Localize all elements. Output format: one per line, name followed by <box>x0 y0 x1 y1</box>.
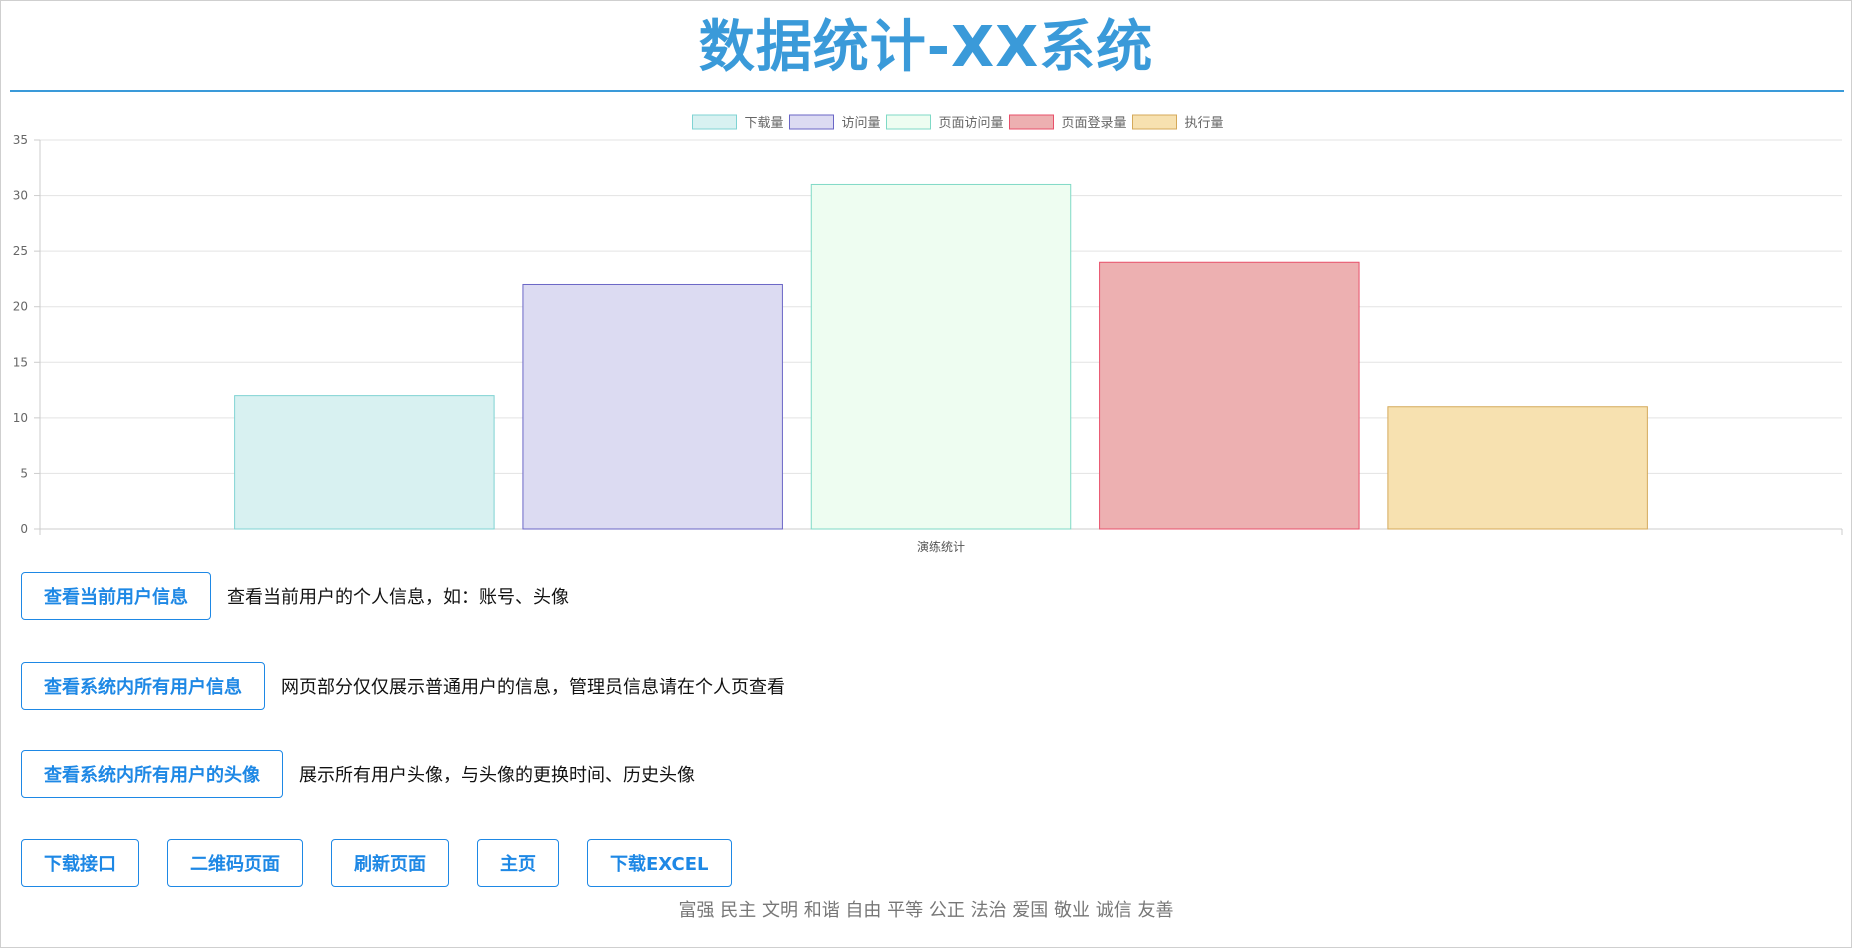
bar-chart: 0 5 10 15 20 25 30 35 演练统计 下载量 访问量 页面访问量 页面登录量 执行量 <box>13 114 1843 554</box>
legend-label-2: 访问量 <box>842 116 881 131</box>
page-title: 数据统计-XX系统 <box>698 15 1154 80</box>
view-current-user-button[interactable]: 查看当前用户信息 <box>21 572 211 620</box>
legend-swatch-1 <box>692 114 737 130</box>
y-tick-label: 20 <box>13 300 28 314</box>
bar-1 <box>234 395 495 530</box>
legend-swatch-4 <box>1009 114 1054 130</box>
y-tick-label: 25 <box>13 244 28 258</box>
action-row-current-user: 查看当前用户信息 查看当前用户的个人信息，如：账号、头像 <box>21 572 569 620</box>
bar-3 <box>810 183 1072 530</box>
y-tick-label: 35 <box>13 133 28 147</box>
home-button[interactable]: 主页 <box>477 839 559 887</box>
y-tick-label: 10 <box>13 411 28 425</box>
action-row-all-avatars: 查看系统内所有用户的头像 展示所有用户头像，与头像的更换时间、历史头像 <box>21 750 695 798</box>
view-all-users-desc: 网页部分仅仅展示普通用户的信息，管理员信息请在个人页查看 <box>281 677 785 698</box>
qrcode-page-button[interactable]: 二维码页面 <box>167 839 303 887</box>
legend-label-3: 页面访问量 <box>939 116 1004 131</box>
y-tick-label: 5 <box>20 466 28 480</box>
legend-swatch-2 <box>789 114 834 130</box>
y-tick-label: 15 <box>13 355 28 369</box>
title-divider <box>10 90 1844 92</box>
bottom-button-row: 下载接口 二维码页面 刷新页面 主页 下载EXCEL <box>21 839 732 887</box>
x-category-label: 演练统计 <box>917 539 965 554</box>
refresh-page-button[interactable]: 刷新页面 <box>331 839 449 887</box>
y-tick-label: 30 <box>13 189 28 203</box>
legend-label-1: 下载量 <box>745 116 784 131</box>
view-all-avatars-button[interactable]: 查看系统内所有用户的头像 <box>21 750 283 798</box>
bar-4 <box>1099 261 1360 530</box>
legend-label-5: 执行量 <box>1185 116 1224 131</box>
view-all-avatars-desc: 展示所有用户头像，与头像的更换时间、历史头像 <box>299 765 695 786</box>
view-all-users-button[interactable]: 查看系统内所有用户信息 <box>21 662 265 710</box>
view-current-user-desc: 查看当前用户的个人信息，如：账号、头像 <box>227 587 569 608</box>
legend-swatch-3 <box>886 114 931 130</box>
footer-values: 富强 民主 文明 和谐 自由 平等 公正 法治 爱国 敬业 诚信 友善 <box>678 900 1174 921</box>
legend-swatch-5 <box>1132 114 1177 130</box>
bar-5 <box>1387 406 1648 530</box>
legend-label-4: 页面登录量 <box>1062 116 1127 131</box>
bar-2 <box>522 283 783 530</box>
action-row-all-users: 查看系统内所有用户信息 网页部分仅仅展示普通用户的信息，管理员信息请在个人页查看 <box>21 662 785 710</box>
download-excel-button[interactable]: 下载EXCEL <box>587 839 732 887</box>
download-api-button[interactable]: 下载接口 <box>21 839 139 887</box>
y-tick-label: 0 <box>20 522 28 536</box>
